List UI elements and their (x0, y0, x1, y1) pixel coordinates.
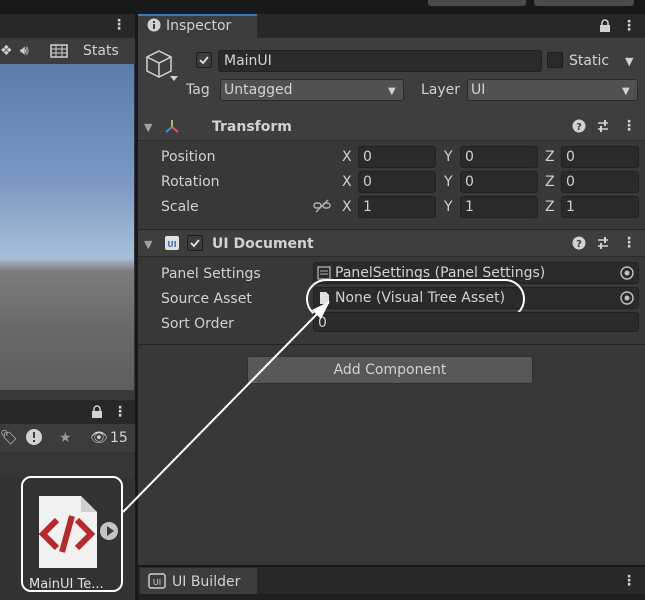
ui-builder-content (138, 594, 645, 600)
ui-builder-icon: UI (148, 573, 166, 589)
drag-hint-arrow (122, 301, 330, 513)
more-options-icon[interactable]: ⋮ (622, 572, 636, 590)
svg-text:UI: UI (153, 578, 161, 587)
ui-builder-tab-label: UI Builder (172, 574, 241, 590)
